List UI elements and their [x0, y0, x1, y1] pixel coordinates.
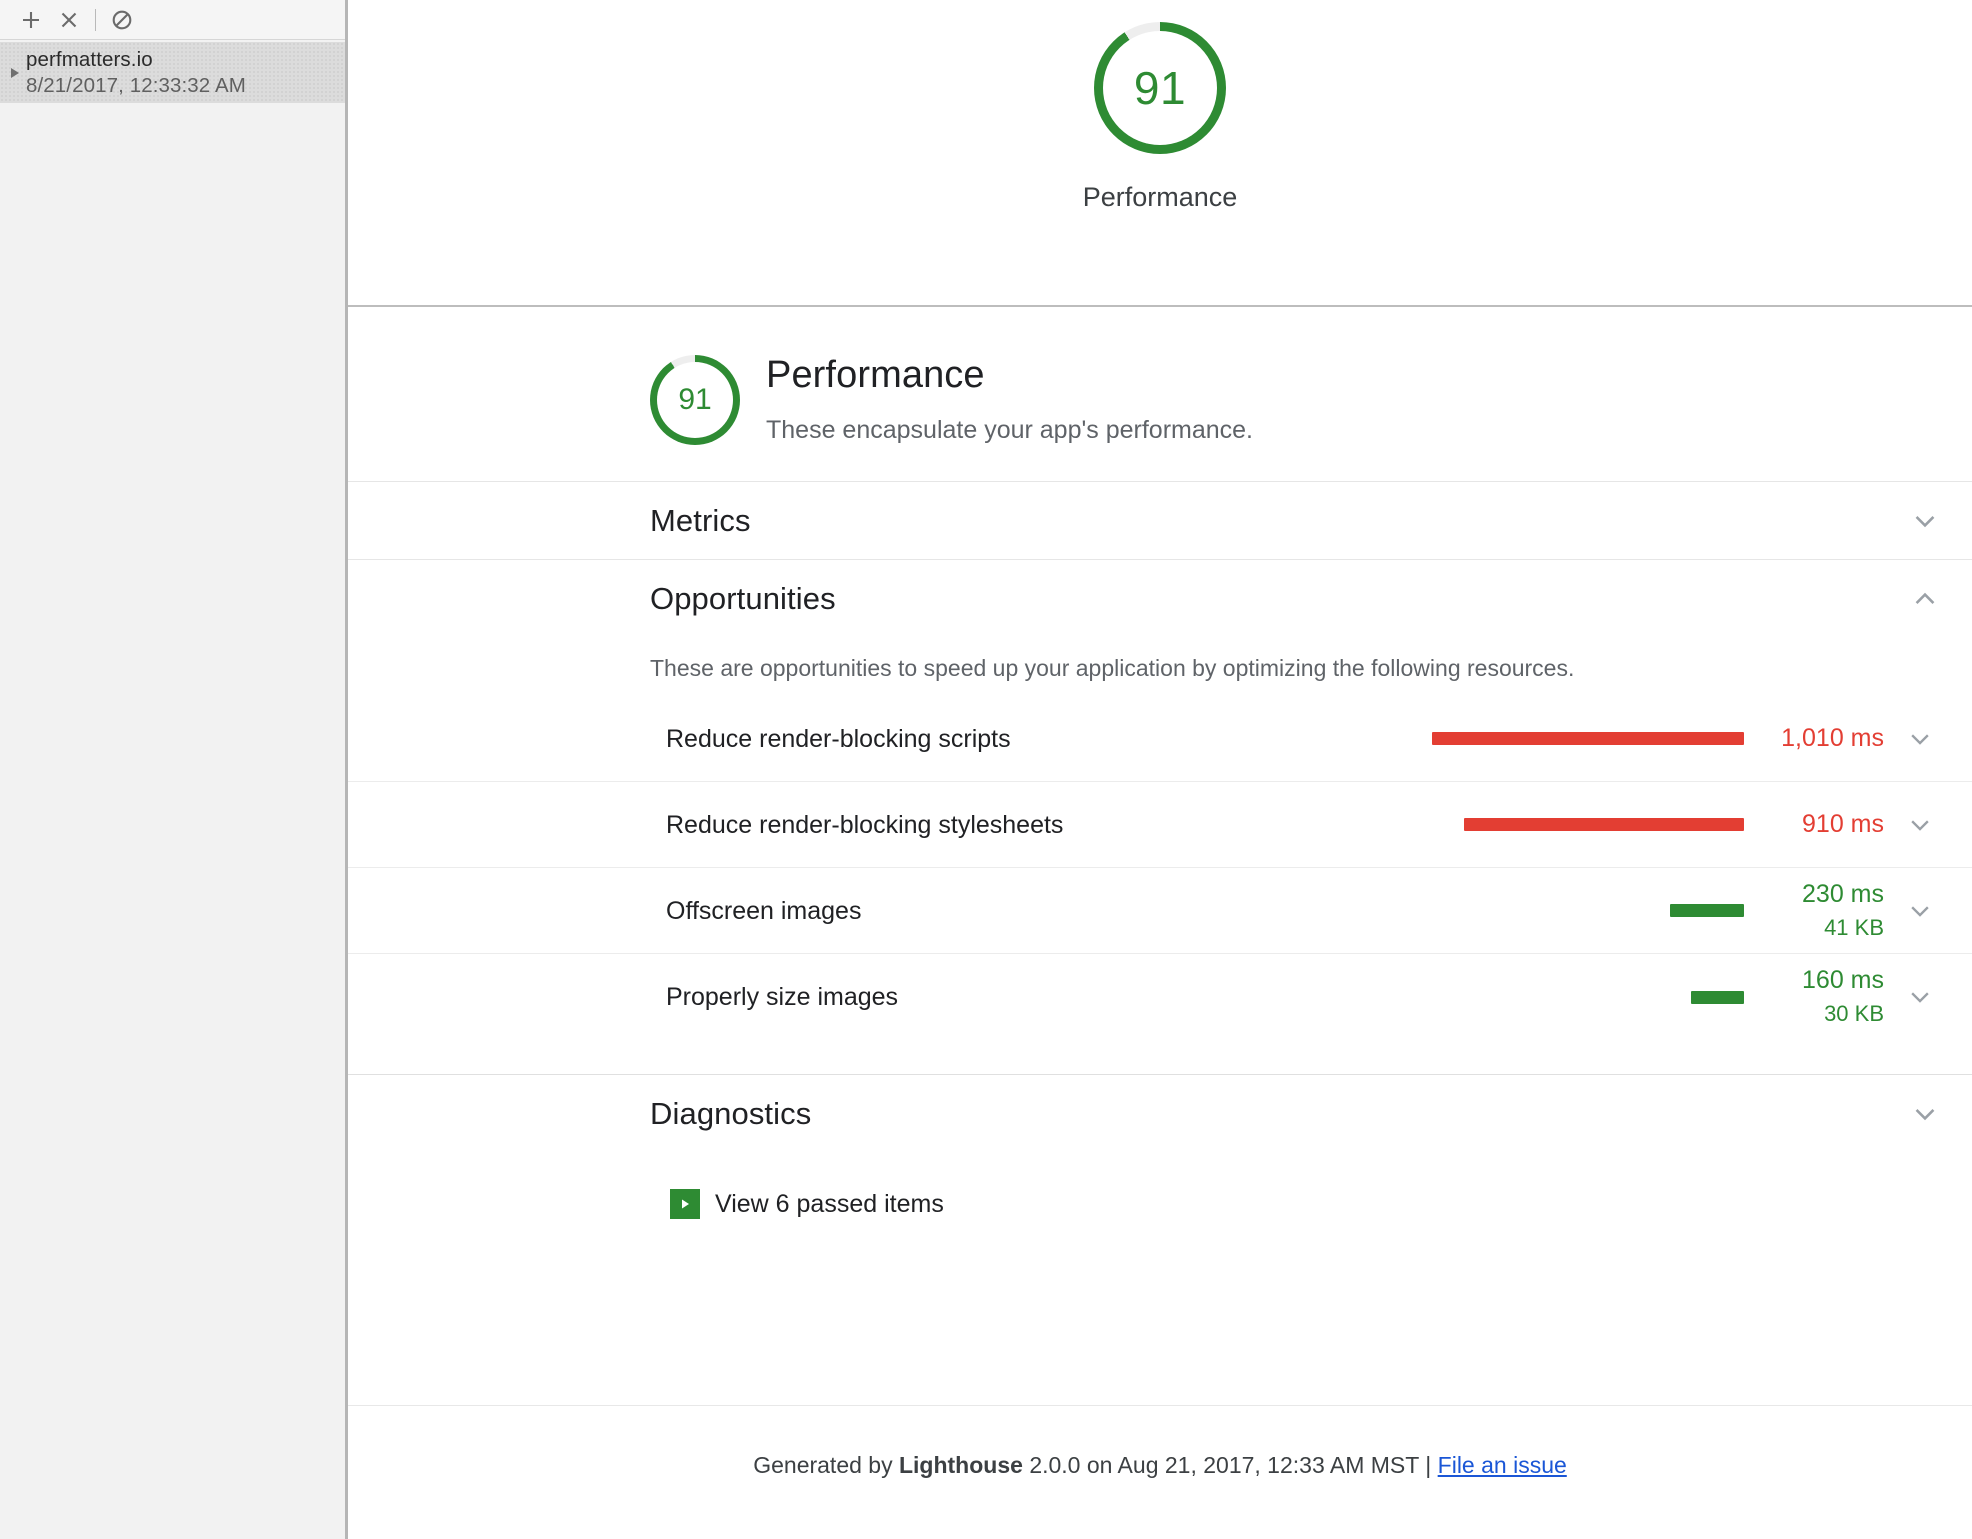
- run-site-title: perfmatters.io: [26, 47, 153, 71]
- footer-separator: |: [1425, 1452, 1432, 1478]
- section-title: Diagnostics: [650, 1096, 812, 1131]
- view-passed-items-button[interactable]: View 6 passed items: [348, 1153, 1972, 1219]
- footer-divider: [348, 1405, 1972, 1406]
- performance-gauge-small: 91: [650, 355, 740, 445]
- table-row[interactable]: Reduce render-blocking stylesheets 910 ms: [348, 782, 1972, 868]
- sidebar: perfmatters.io 8/21/2017, 12:33:32 AM: [0, 0, 348, 1539]
- opportunity-expand-button[interactable]: [1884, 983, 1940, 1011]
- run-list: perfmatters.io 8/21/2017, 12:33:32 AM: [0, 40, 345, 103]
- opportunity-expand-button[interactable]: [1884, 811, 1940, 839]
- page-title: Performance: [766, 354, 985, 396]
- opportunity-bar: [1432, 732, 1744, 745]
- no-entry-icon: [112, 10, 132, 29]
- opportunities-list: Reduce render-blocking scripts 1,010 ms Re…: [348, 696, 1972, 1040]
- file-an-issue-link[interactable]: File an issue: [1438, 1452, 1567, 1478]
- opportunity-ms: 1,010 ms: [1781, 724, 1884, 752]
- opportunity-bar: [1691, 990, 1744, 1004]
- close-icon: [61, 12, 77, 27]
- opportunity-bar: [1464, 818, 1744, 831]
- section-header-opportunities[interactable]: Opportunities: [348, 560, 1972, 638]
- section-header-diagnostics[interactable]: Diagnostics: [348, 1075, 1972, 1153]
- toolbar-separator: [95, 8, 96, 31]
- table-row[interactable]: Offscreen images 230 ms 41 KB: [348, 868, 1972, 954]
- clear-all-button[interactable]: [103, 3, 141, 37]
- footer-version-date: 2.0.0 on Aug 21, 2017, 12:33 AM MST: [1029, 1452, 1419, 1478]
- opportunity-bar: [1670, 904, 1744, 917]
- opportunity-bar-track: [1424, 904, 1744, 917]
- close-report-button[interactable]: [50, 3, 88, 37]
- opportunity-kb: 30 KB: [1824, 1001, 1884, 1026]
- gauge-score-small: 91: [678, 383, 712, 416]
- opportunity-label: Properly size images: [666, 983, 899, 1011]
- chevron-down-icon[interactable]: [1910, 1099, 1940, 1129]
- list-item[interactable]: perfmatters.io 8/21/2017, 12:33:32 AM: [0, 42, 345, 103]
- chevron-down-icon: [1911, 992, 1929, 1003]
- opportunity-bar-track: [1424, 990, 1744, 1004]
- score-header-label: Performance: [1082, 182, 1238, 212]
- opportunity-values: 230 ms 41 KB: [1766, 878, 1884, 944]
- chevron-down-icon[interactable]: [1910, 506, 1940, 536]
- report-main: 91 Performance 91 Performance These enca…: [348, 0, 1972, 1539]
- opportunity-bar-track: [1424, 732, 1744, 745]
- lighthouse-report-window: perfmatters.io 8/21/2017, 12:33:32 AM 91…: [0, 0, 1972, 1539]
- section-title: Metrics: [650, 502, 751, 538]
- opportunity-label: Offscreen images: [666, 896, 862, 925]
- category-description: These encapsulate your app's performance…: [766, 416, 1253, 444]
- chevron-up-icon[interactable]: [1910, 584, 1940, 614]
- opportunity-label: Reduce render-blocking scripts: [666, 724, 1011, 753]
- score-header: 91 Performance: [348, 0, 1972, 307]
- play-triangle-icon: [670, 1189, 700, 1219]
- performance-gauge-large: 91: [1094, 22, 1226, 154]
- opportunity-ms: 230 ms: [1802, 879, 1884, 908]
- expand-caret[interactable]: [4, 66, 26, 80]
- chevron-down-icon: [1911, 819, 1929, 831]
- run-timestamp: 8/21/2017, 12:33:32 AM: [26, 73, 246, 97]
- category-header: 91 Performance These encapsulate your ap…: [348, 307, 1972, 482]
- footer-product-name: Lighthouse: [898, 1452, 1023, 1478]
- gauge-score-large: 91: [1133, 62, 1187, 114]
- opportunity-label: Reduce render-blocking stylesheets: [666, 810, 1064, 839]
- opportunity-ms: 910 ms: [1802, 810, 1884, 838]
- opportunity-bar-track: [1424, 818, 1744, 831]
- section-title: Opportunities: [650, 581, 836, 616]
- opportunity-expand-button[interactable]: [1884, 725, 1940, 753]
- triangle-right-icon: [11, 67, 19, 78]
- table-row[interactable]: Properly size images 160 ms 30 KB: [348, 954, 1972, 1040]
- report-footer: Generated by Lighthouse 2.0.0 on Aug 21,…: [348, 1452, 1972, 1479]
- chevron-down-icon: [1911, 733, 1929, 745]
- opportunity-values: 1,010 ms: [1766, 722, 1884, 755]
- category-texts: Performance These encapsulate your app's…: [766, 351, 1253, 445]
- opportunity-values: 160 ms 30 KB: [1766, 964, 1884, 1030]
- section-header-metrics[interactable]: Metrics: [348, 482, 1972, 560]
- triangle-right-glyph: [682, 1199, 689, 1209]
- table-row[interactable]: Reduce render-blocking scripts 1,010 ms: [348, 696, 1972, 782]
- sidebar-toolbar: [0, 0, 345, 40]
- opportunity-ms: 160 ms: [1802, 966, 1884, 994]
- run-texts: perfmatters.io 8/21/2017, 12:33:32 AM: [26, 47, 246, 99]
- opportunity-kb: 41 KB: [1824, 914, 1884, 940]
- opportunity-values: 910 ms: [1766, 808, 1884, 841]
- new-report-button[interactable]: [12, 3, 50, 37]
- footer-generated-by: Generated by: [753, 1452, 893, 1478]
- chevron-down-icon: [1911, 905, 1929, 917]
- section-description-opportunities: These are opportunities to speed up your…: [650, 655, 1575, 681]
- view-passed-items-label: View 6 passed items: [715, 1189, 944, 1218]
- plus-icon: [23, 11, 39, 28]
- opportunity-expand-button[interactable]: [1884, 897, 1940, 925]
